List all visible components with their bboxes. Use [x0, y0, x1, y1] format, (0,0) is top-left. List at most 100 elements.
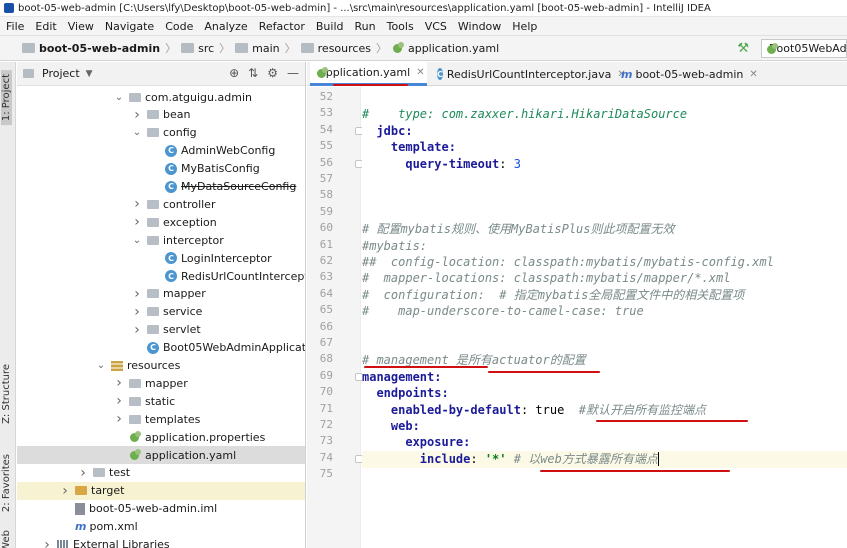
line-number: 74 — [319, 450, 333, 464]
tree-item[interactable]: › target — [17, 481, 305, 500]
line-number: 54 — [319, 122, 333, 136]
tree-item[interactable]: › exception — [131, 213, 217, 231]
tree-item[interactable]: C MyBatisConfig — [149, 160, 260, 178]
menu-edit[interactable]: Edit — [35, 20, 56, 33]
breadcrumb-file[interactable]: application.yaml — [408, 42, 499, 55]
annotation-underline — [364, 366, 488, 368]
tree-item[interactable]: ⌄ interceptor — [131, 231, 224, 249]
editor-tab[interactable]: C RedisUrlCountInterceptor.java ✕ — [431, 62, 626, 86]
tree-item[interactable]: ⌄ resources — [95, 357, 181, 375]
menu-vcs[interactable]: VCS — [425, 20, 447, 33]
locate-target-icon[interactable]: ⊕ — [229, 66, 239, 80]
tree-item[interactable]: C Boot05WebAdminApplication — [131, 339, 305, 357]
chevron-right-icon[interactable]: › — [113, 375, 125, 391]
tree-item[interactable]: › service — [131, 303, 202, 321]
breadcrumb-main[interactable]: main — [252, 42, 279, 55]
menu-build[interactable]: Build — [316, 20, 344, 33]
run-configuration-select[interactable]: Boot05WebAdm — [761, 39, 847, 58]
package-icon — [147, 325, 159, 335]
editor-tab-label: application.yaml — [319, 66, 411, 79]
breadcrumb-project[interactable]: boot-05-web-admin — [39, 42, 160, 55]
package-icon — [129, 378, 141, 388]
chevron-right-icon[interactable]: › — [113, 411, 125, 427]
chevron-down-icon[interactable]: ⌄ — [113, 92, 125, 103]
menu-tools[interactable]: Tools — [387, 20, 414, 33]
tree-item[interactable]: › test — [77, 464, 130, 482]
tree-item[interactable]: › servlet — [131, 321, 200, 339]
menu-bar: File Edit View Navigate Code Analyze Ref… — [0, 17, 847, 35]
menu-view[interactable]: View — [68, 20, 94, 33]
chevron-right-icon[interactable]: › — [131, 214, 143, 230]
minimize-icon[interactable]: — — [287, 66, 299, 80]
tree-item[interactable]: C AdminWebConfig — [149, 142, 275, 160]
menu-file[interactable]: File — [6, 20, 24, 33]
tree-item[interactable]: application.yaml — [17, 446, 305, 464]
chevron-down-icon[interactable]: ⌄ — [131, 235, 143, 246]
close-icon[interactable]: ✕ — [416, 67, 424, 78]
tree-item[interactable]: ⌄ com.atguigu.admin — [113, 88, 252, 106]
gear-icon[interactable]: ⚙ — [267, 66, 278, 80]
menu-refactor[interactable]: Refactor — [259, 20, 305, 33]
chevron-down-icon[interactable]: ⌄ — [95, 360, 107, 371]
chevron-down-icon[interactable]: ⌄ — [131, 127, 143, 138]
tree-item-label: LoginInterceptor — [181, 251, 272, 265]
tree-item[interactable]: C RedisUrlCountInterceptor — [149, 267, 305, 285]
tree-item[interactable]: › static — [113, 392, 175, 410]
code-editor[interactable]: # type: com.zaxxer.hikari.HikariDataSour… — [362, 87, 847, 548]
tree-item[interactable]: C MyDataSourceConfig — [149, 178, 296, 196]
tree-item[interactable]: › controller — [131, 195, 215, 213]
chevron-right-icon[interactable]: › — [131, 196, 143, 212]
tree-item-label: exception — [163, 215, 217, 229]
line-number: 71 — [319, 401, 333, 415]
chevron-right-icon[interactable]: › — [59, 483, 71, 499]
web-tool-tab[interactable]: Web — [1, 530, 12, 548]
chevron-right-icon[interactable]: › — [131, 286, 143, 302]
menu-analyze[interactable]: Analyze — [204, 20, 247, 33]
yaml-comment: # map-underscore-to-camel-case: true — [362, 304, 644, 319]
menu-help[interactable]: Help — [512, 20, 537, 33]
project-panel-header: Project ▼ ⊕ ⇅ ⚙ — — [17, 62, 305, 86]
breadcrumb-resources[interactable]: resources — [318, 42, 371, 55]
tree-item[interactable]: › mapper — [131, 285, 206, 303]
yaml-key: enabled-by-default — [362, 402, 521, 417]
tree-item[interactable]: › bean — [131, 106, 190, 124]
project-tool-tab[interactable]: 1: Project — [1, 70, 12, 126]
tree-item[interactable]: application.properties — [113, 428, 265, 446]
chevron-right-icon[interactable]: › — [131, 107, 143, 123]
tree-item[interactable]: boot-05-web-admin.iml — [59, 500, 217, 518]
breadcrumb-src[interactable]: src — [198, 42, 214, 55]
collapse-all-icon[interactable]: ⇅ — [248, 66, 258, 80]
code-line: # map-underscore-to-camel-case: true — [362, 303, 644, 320]
line-number: 64 — [319, 286, 333, 300]
chevron-right-icon[interactable]: › — [77, 465, 89, 481]
chevron-right-icon[interactable]: › — [131, 304, 143, 320]
build-hammer-icon[interactable]: ⚒ — [737, 41, 749, 56]
close-icon[interactable]: ✕ — [749, 69, 757, 80]
code-line: # mapper-locations: classpath:mybatis/ma… — [362, 270, 730, 287]
package-icon — [147, 199, 159, 209]
package-icon — [129, 396, 141, 406]
chevron-right-icon[interactable]: › — [113, 393, 125, 409]
tree-item[interactable]: › mapper — [113, 374, 188, 392]
menu-code[interactable]: Code — [165, 20, 193, 33]
editor-tab[interactable]: application.yaml ✕ — [310, 62, 427, 86]
structure-tool-tab[interactable]: Z: Structure — [1, 364, 12, 424]
chevron-right-icon[interactable]: › — [41, 537, 53, 548]
menu-navigate[interactable]: Navigate — [105, 20, 154, 33]
chevron-right-icon[interactable]: › — [131, 322, 143, 338]
tree-item[interactable]: › External Libraries — [41, 536, 170, 548]
favorites-tool-tab[interactable]: 2: Favorites — [1, 454, 12, 512]
editor-tab[interactable]: m boot-05-web-admin ✕ — [615, 62, 758, 86]
package-icon — [147, 217, 159, 227]
menu-window[interactable]: Window — [458, 20, 501, 33]
chevron-down-icon[interactable]: ▼ — [86, 69, 93, 79]
tree-item[interactable]: m pom.xml — [59, 518, 138, 536]
line-number: 56 — [319, 155, 333, 169]
tree-item[interactable]: C LoginInterceptor — [149, 249, 272, 267]
tree-item[interactable]: › templates — [113, 410, 200, 428]
project-panel-title[interactable]: Project — [42, 67, 80, 80]
maven-icon: m — [75, 520, 87, 534]
menu-run[interactable]: Run — [355, 20, 376, 33]
tree-item[interactable]: ⌄ config — [131, 124, 197, 142]
tree-item-label: application.yaml — [145, 448, 237, 462]
